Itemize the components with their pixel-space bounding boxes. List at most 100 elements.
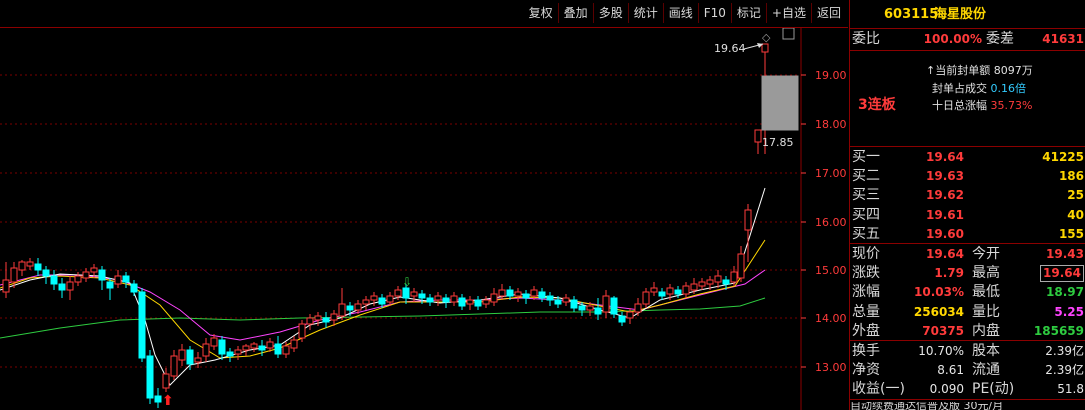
candle-body <box>466 299 474 305</box>
candle-body <box>610 297 618 315</box>
candle-body <box>242 345 250 351</box>
candle-body <box>186 349 194 365</box>
candle-body <box>170 355 178 377</box>
candle-body <box>218 339 226 355</box>
candle-body <box>570 299 578 309</box>
candle-body <box>586 305 594 311</box>
bid-price: 19.60 <box>926 226 964 241</box>
candle-body <box>258 345 266 351</box>
statistics-button[interactable]: 统计 <box>627 3 663 23</box>
bid-row[interactable]: 买五 19.60 155 <box>850 225 1085 244</box>
bid-volume: 25 <box>1067 188 1084 203</box>
candle-body <box>290 339 298 349</box>
candle-body <box>250 343 258 349</box>
candle-body <box>26 261 34 267</box>
chart-corner-toggle[interactable] <box>782 28 795 40</box>
candle-body <box>730 271 738 283</box>
candle-body <box>354 303 362 311</box>
candle-body <box>410 291 418 297</box>
candle-body <box>714 275 722 283</box>
candle-body <box>330 313 338 321</box>
bid-row[interactable]: 买三 19.62 25 <box>850 186 1085 205</box>
quote-value-2: 5.25 <box>1054 304 1084 319</box>
overlay-button[interactable]: 叠加 <box>557 3 593 23</box>
candle-body <box>674 289 682 295</box>
quote-label: 总量 <box>852 303 880 320</box>
ten-day-gain: 十日总涨幅 35.73% <box>932 99 1033 112</box>
quote-label-2: 内盘 <box>972 322 1000 339</box>
candle-body <box>761 43 769 53</box>
bid-price: 19.63 <box>926 169 964 184</box>
bid-label: 买三 <box>852 187 880 204</box>
draw-line-button[interactable]: 画线 <box>662 3 698 23</box>
quote-label: 现价 <box>852 246 880 262</box>
bid-row[interactable]: 买四 19.61 40 <box>850 206 1085 225</box>
quote-label: 外盘 <box>852 322 880 339</box>
bid-label: 买五 <box>852 225 880 242</box>
candle-body <box>658 291 666 297</box>
candle-body <box>450 295 458 303</box>
candle-body <box>442 297 450 303</box>
multi-stock-button[interactable]: 多股 <box>592 3 628 23</box>
weibi-value: 100.00% <box>923 32 982 46</box>
candle-body <box>210 337 218 347</box>
up-arrow-icon: ⬆ <box>162 393 174 409</box>
candle-body <box>690 283 698 291</box>
candle-body <box>338 303 346 317</box>
kline-chart[interactable]: 19.00 18.00 17.00 16.00 15.00 14.00 13.0… <box>0 28 848 410</box>
candle-body <box>562 297 570 303</box>
bid-row[interactable]: 买二 19.63 186 <box>850 167 1085 186</box>
ad-banner[interactable]: 自动续费通达信普及版 30元/月 <box>850 402 1085 410</box>
bid-price: 19.64 <box>926 150 964 164</box>
candle-body <box>74 275 82 283</box>
feng-ratio: 封单占成交 0.16倍 <box>932 82 1026 95</box>
quote-value: 256034 <box>913 304 964 319</box>
stat-value: 8.61 <box>937 363 964 378</box>
f10-button[interactable]: F10 <box>697 3 731 23</box>
candle-body <box>506 289 514 297</box>
candle-body <box>754 129 762 143</box>
candle-body <box>402 287 410 299</box>
add-watchlist-button[interactable]: +自选 <box>765 3 811 23</box>
bid-row[interactable]: 买一 19.64 41225 <box>850 148 1085 167</box>
candle-body <box>82 271 90 279</box>
candle-body <box>418 293 426 299</box>
quote-value-2: 18.97 <box>1046 285 1084 300</box>
chart-toolbar: 复权 叠加 多股 统计 画线 F10 标记 +自选 返回 <box>0 0 848 28</box>
quote-row: 涨幅 10.03% 最低 18.97 <box>850 283 1085 302</box>
candle-body <box>744 209 752 231</box>
bid-volume: 186 <box>1058 169 1084 184</box>
candle-body <box>322 317 330 323</box>
candle-body <box>282 345 290 355</box>
candle-body <box>202 343 210 357</box>
candle-body <box>34 263 42 271</box>
candle-body <box>626 311 634 319</box>
candle-body <box>737 253 745 279</box>
candle-body <box>306 317 314 325</box>
candle-body <box>490 293 498 303</box>
candlestick-svg[interactable]: 19.00 18.00 17.00 16.00 15.00 14.00 13.0… <box>0 28 848 410</box>
candle-body <box>554 299 562 305</box>
bid-price: 19.62 <box>926 188 964 203</box>
candle-body <box>698 281 706 287</box>
bid-label: 买二 <box>852 168 880 185</box>
candle-body <box>58 283 66 291</box>
candle-body <box>474 299 482 307</box>
candle-body <box>66 281 74 291</box>
back-button[interactable]: 返回 <box>810 3 846 23</box>
quote-label-2: 量比 <box>972 303 1000 320</box>
price-tick-1500: 15.00 <box>815 264 847 277</box>
candle-body <box>146 355 154 399</box>
quote-value-2: 19.43 <box>1046 247 1084 261</box>
bid-label: 买一 <box>852 149 880 165</box>
quote-value: 1.79 <box>934 266 964 281</box>
candle-body <box>498 289 506 297</box>
candle-body <box>346 305 354 311</box>
mark-button[interactable]: 标记 <box>730 3 766 23</box>
diamond-icon: ◇ <box>762 31 771 44</box>
fuquan-button[interactable]: 复权 <box>524 3 558 23</box>
candle-body <box>162 373 170 389</box>
stock-name: 海星股份 <box>934 7 987 22</box>
candle-body <box>458 297 466 307</box>
stat-label-2: 流通 <box>972 362 1000 379</box>
